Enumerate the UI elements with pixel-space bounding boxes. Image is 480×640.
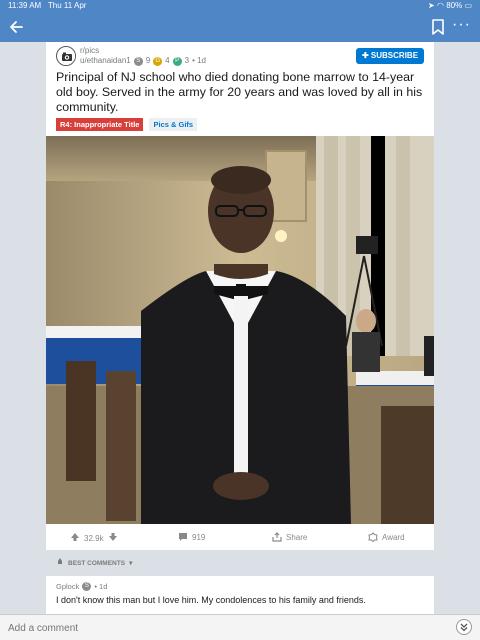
wifi-icon: ◠ [436, 1, 444, 10]
save-post-button[interactable] [430, 18, 446, 36]
subreddit-avatar[interactable] [56, 46, 76, 66]
upvote-icon [71, 533, 79, 541]
comment-composer [0, 614, 480, 640]
post-action-bar: 32.9k 919 Share Award [46, 528, 434, 548]
comment-author[interactable]: Gplock [56, 582, 79, 591]
award-icon [368, 532, 378, 542]
comment-bubble-icon [179, 533, 187, 541]
double-chevron-down-icon [460, 623, 468, 632]
post-card: r/pics u/ethanaidan1 S 9 G 4 P 3 • 1d ✚ … [46, 42, 434, 550]
rocket-icon [56, 558, 64, 568]
status-time-date: 11:39 AM Thu 11 Apr [8, 0, 86, 12]
share-label: Share [286, 532, 308, 542]
downvote-icon [108, 533, 117, 541]
bookmark-icon [432, 19, 444, 35]
battery-level: 80% [446, 1, 463, 10]
status-date: Thu 11 Apr [47, 1, 87, 10]
silver-award-icon: S [133, 56, 143, 66]
subscribe-button[interactable]: ✚ SUBSCRIBE [356, 48, 424, 64]
author-row: u/ethanaidan1 S 9 G 4 P 3 • 1d [80, 56, 206, 66]
award-label: Award [382, 532, 405, 542]
share-icon [272, 532, 282, 542]
location-icon: ➤ [428, 1, 435, 10]
more-dots-icon: ··· [452, 16, 471, 33]
gold-award-count: 4 [165, 56, 170, 65]
silver-award-icon: S [82, 582, 92, 591]
post-header: r/pics u/ethanaidan1 S 9 G 4 P 3 • 1d ✚ … [56, 46, 424, 68]
platinum-award-count: 3 [184, 56, 190, 65]
comment: Gplock S • 1d I don't know this man but … [46, 576, 434, 614]
post-age: • 1d [192, 56, 206, 65]
post-title[interactable]: Principal of NJ school who died donating… [56, 70, 424, 115]
vote-group: 32.9k [70, 532, 118, 544]
share-button[interactable]: Share [272, 532, 307, 542]
comment-sort-dropdown[interactable]: BEST COMMENTS ▾ [56, 558, 132, 568]
post-photo [46, 136, 434, 524]
post-image[interactable] [46, 136, 434, 524]
gold-award-icon: G [153, 56, 163, 66]
more-options-button[interactable]: ··· [452, 17, 472, 34]
downvote-button[interactable] [108, 532, 118, 544]
battery-icon: ▭ [464, 1, 472, 10]
score-count: 32.9k [84, 533, 104, 543]
status-indicators: ➤ ◠ 80% ▭ [428, 0, 472, 12]
comment-age: • 1d [94, 582, 108, 591]
back-button[interactable] [6, 17, 26, 37]
silver-award-count: 9 [145, 56, 151, 65]
author-name[interactable]: u/ethanaidan1 [80, 56, 131, 66]
subreddit-icon [58, 48, 75, 65]
comment-meta: Gplock S • 1d [56, 582, 424, 591]
award-button[interactable]: Award [368, 532, 405, 542]
subreddit-name[interactable]: r/pics [80, 46, 206, 56]
status-time: 11:39 AM [8, 1, 42, 10]
status-bar: 11:39 AM Thu 11 Apr ➤ ◠ 80% ▭ [0, 0, 480, 12]
comment-body: I don't know this man but I love him. My… [56, 595, 366, 605]
post-flairs: R4: Inappropriate Title Pics & Gifs [56, 118, 198, 131]
comments-button[interactable]: 919 [178, 532, 205, 542]
upvote-button[interactable] [70, 532, 80, 544]
platinum-award-icon: P [172, 56, 182, 66]
collapse-comments-button[interactable] [456, 619, 472, 635]
comment-input[interactable] [8, 621, 428, 635]
sort-label: BEST COMMENTS [68, 559, 126, 567]
comment-count: 919 [192, 532, 206, 542]
type-flair[interactable]: Pics & Gifs [149, 118, 198, 131]
subscribe-label: SUBSCRIBE [370, 51, 419, 60]
post-meta: r/pics u/ethanaidan1 S 9 G 4 P 3 • 1d [80, 46, 206, 66]
mod-flair[interactable]: R4: Inappropriate Title [56, 118, 144, 131]
chevron-down-icon: ▾ [129, 560, 133, 567]
plus-icon: ✚ [361, 51, 369, 60]
top-navbar: ··· [0, 12, 480, 42]
back-arrow-icon [10, 21, 23, 33]
